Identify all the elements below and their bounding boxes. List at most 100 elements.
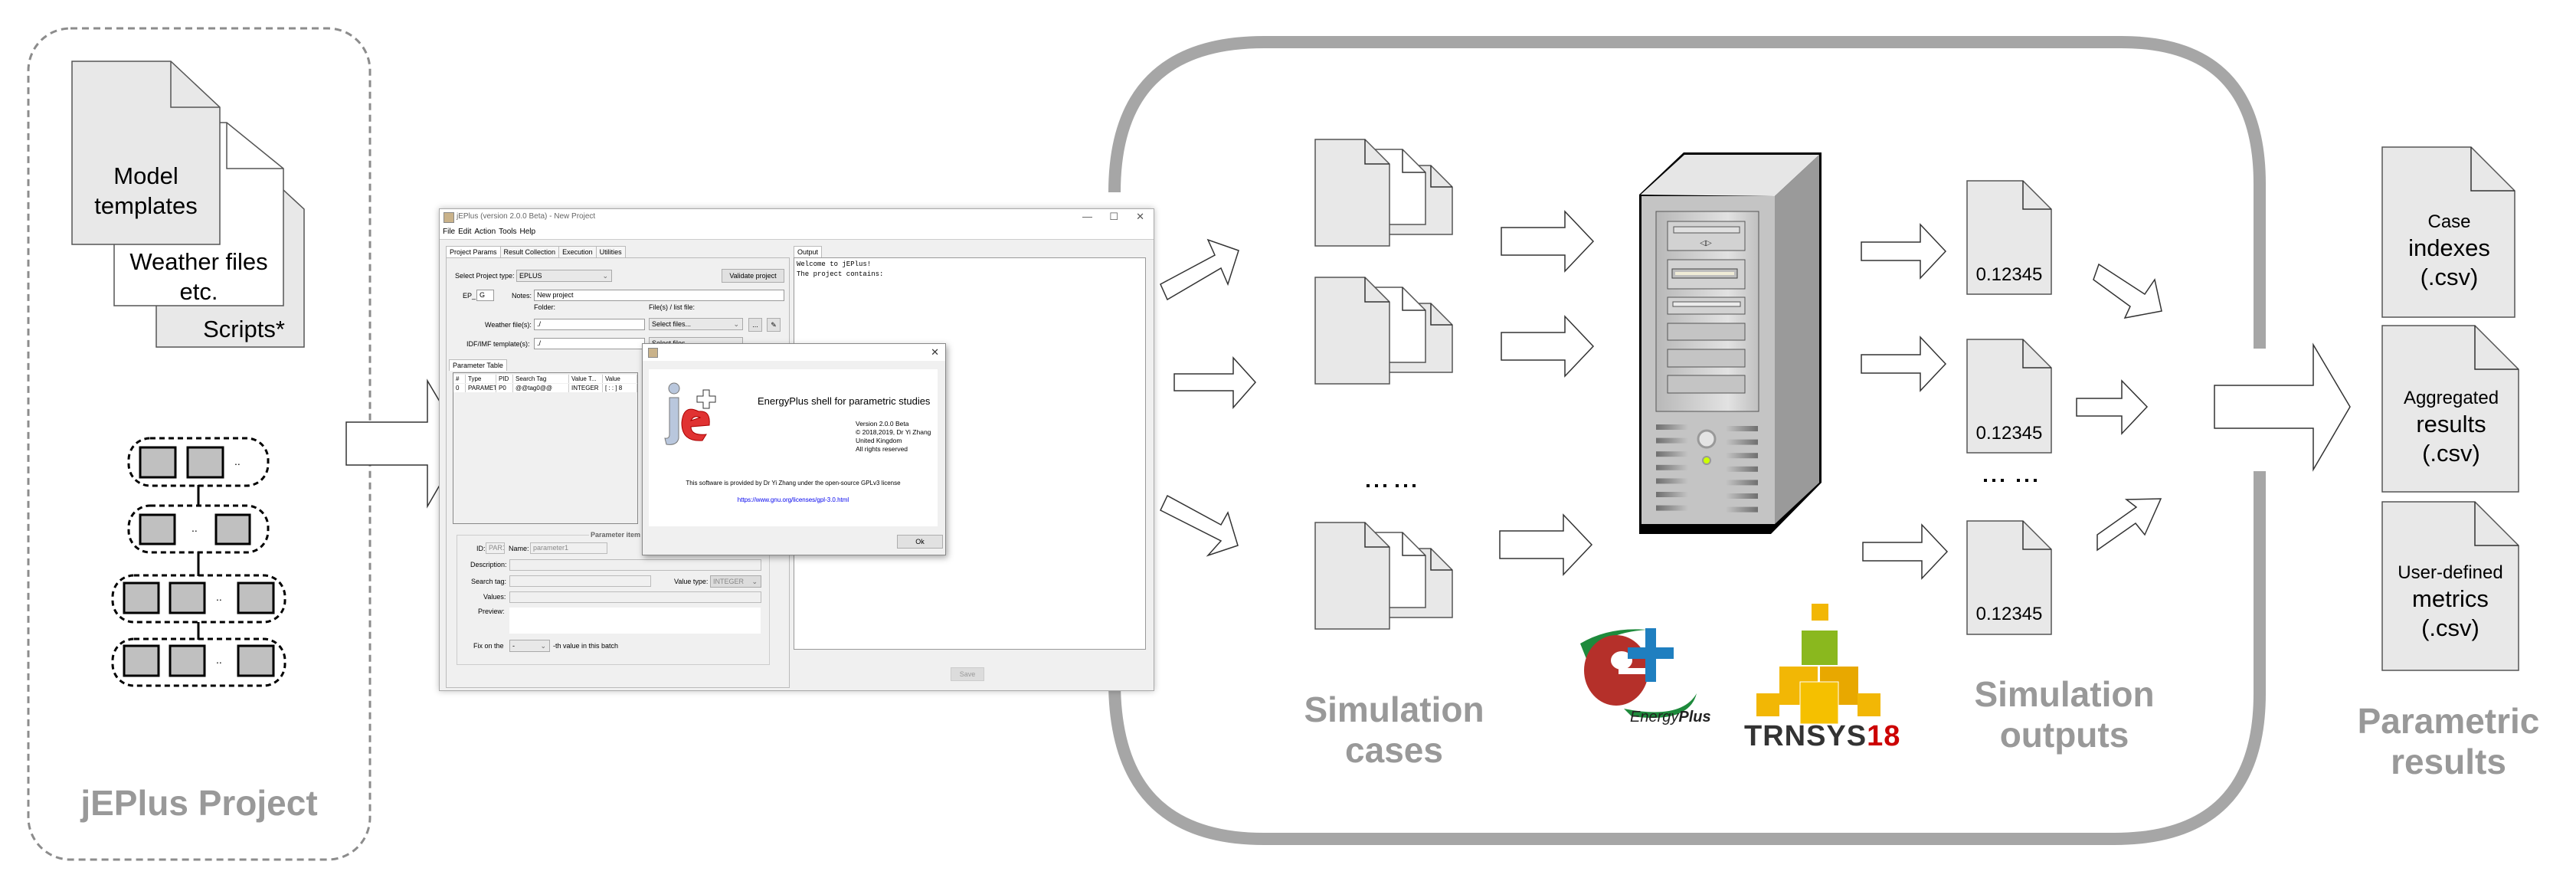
energyplus-logo — [1580, 628, 1697, 718]
menu-help[interactable]: Help — [520, 228, 536, 236]
server-vent — [1656, 492, 1688, 497]
trnsys-text: TRNSYS — [1744, 720, 1867, 752]
server-vent — [1726, 466, 1758, 472]
doc-model-templates-label: Model templates — [72, 161, 220, 221]
server-vent — [1656, 478, 1688, 484]
fix-on-select[interactable]: - ⌄ — [509, 640, 550, 652]
save-button[interactable]: Save — [951, 667, 984, 681]
server-vent — [1726, 493, 1758, 499]
copyright-line: © 2018,2019, Dr Yi Zhang — [856, 428, 931, 436]
menu-tools[interactable]: Tools — [499, 228, 516, 236]
java-app-icon — [648, 348, 658, 358]
description-input[interactable] — [509, 559, 761, 571]
param-id-input[interactable]: PAR1 — [486, 542, 505, 554]
trnsys-wordmark: TRNSYS18 — [1744, 720, 1900, 753]
value-type-value: INTEGER — [713, 578, 745, 585]
col-pid[interactable]: PID — [496, 375, 513, 383]
arrow-to-case-2 — [1173, 356, 1257, 409]
cell-search-tag: @@tag0@@ — [513, 384, 569, 392]
menu-bar: File Edit Action Tools Help — [440, 226, 1154, 240]
edit-icon: ✎ — [771, 321, 777, 329]
col-value-type[interactable]: Value T... — [569, 375, 603, 383]
country-line: United Kingdom — [856, 437, 902, 444]
idf-label: IDF/IMF template(s): — [466, 340, 530, 348]
jeplus-project-label: jEPlus Project — [80, 783, 318, 823]
minimize-button[interactable]: — — [1082, 211, 1092, 222]
prefix-input[interactable]: G — [476, 290, 494, 301]
dialog-close-button[interactable]: ✕ — [931, 346, 939, 359]
value-type-label: Value type: — [674, 578, 709, 585]
result-doc-small: Case — [2427, 211, 2471, 232]
chevron-down-icon: ⌄ — [733, 320, 739, 328]
output-value: 0.12345 — [1975, 264, 2043, 285]
server-vent — [1726, 426, 1758, 431]
version-line: Version 2.0.0 Beta — [856, 420, 909, 427]
col-index[interactable]: # — [453, 375, 466, 383]
search-tag-input[interactable] — [509, 575, 651, 587]
label-line: outputs — [1999, 714, 2129, 755]
validate-project-button[interactable]: Validate project — [722, 269, 784, 283]
tab-parameter-table[interactable]: Parameter Table — [449, 359, 507, 371]
col-search-tag[interactable]: Search Tag — [513, 375, 569, 383]
result-doc-ext: (.csv) — [2422, 440, 2480, 467]
prefix-label: EP_ — [463, 292, 476, 300]
menu-file[interactable]: File — [443, 228, 455, 236]
project-type-select[interactable]: EPLUS ⌄ — [516, 270, 612, 282]
svg-text:◁▷: ◁▷ — [1700, 239, 1712, 247]
dialog-titlebar: ✕ — [643, 344, 945, 361]
tree-ellipsis: .. — [191, 522, 198, 534]
server-vent — [1726, 480, 1758, 486]
result-doc-large: results — [2416, 411, 2486, 437]
param-name-input[interactable]: parameter1 — [530, 542, 607, 554]
weather-folder-input[interactable]: ./ — [534, 319, 645, 330]
server-icon: ◁▷ — [1639, 152, 1822, 534]
files-header: File(s) / list file: — [649, 303, 696, 311]
weather-files-select[interactable]: Select files... ⌄ — [649, 318, 743, 330]
server-vent — [1656, 437, 1688, 444]
result-doc-small: User-defined — [2398, 562, 2503, 583]
tab-result-collection[interactable]: Result Collection — [499, 246, 560, 257]
value-type-select[interactable]: INTEGER ⌄ — [710, 575, 761, 588]
parameter-tree — [111, 437, 286, 687]
result-doc-user-metrics-label: User-defined metrics (.csv) — [2382, 562, 2519, 643]
label-line: cases — [1345, 729, 1443, 770]
doc-label-line: Model — [113, 162, 178, 189]
doc-label-line: etc. — [179, 278, 218, 305]
weather-browse-button[interactable]: ... — [748, 318, 762, 332]
doc-label-line: Scripts* — [203, 316, 285, 342]
tree-ellipsis: .. — [216, 591, 222, 603]
maximize-button[interactable]: ☐ — [1109, 211, 1118, 223]
tab-output[interactable]: Output — [794, 246, 823, 257]
wordmark-light: Energy — [1630, 709, 1679, 726]
arrows-cases-to-server — [1499, 210, 1595, 576]
weather-edit-button[interactable]: ✎ — [767, 318, 781, 332]
tab-execution[interactable]: Execution — [558, 246, 597, 257]
ok-button[interactable]: Ok — [897, 535, 943, 549]
license-link[interactable]: https://www.gnu.org/licenses/gpl-3.0.htm… — [649, 496, 938, 503]
tab-project-params[interactable]: Project Params — [446, 246, 501, 257]
about-dialog: ✕ EnergyPlus shell for parametric studie… — [642, 343, 946, 555]
java-app-icon — [444, 212, 454, 223]
table-row[interactable]: 0 PARAMET... P0 @@tag0@@ INTEGER [ : : ]… — [453, 384, 637, 392]
trnsys-logo — [1756, 604, 1880, 725]
rights-line: All rights reserved — [856, 445, 908, 453]
tab-utilities[interactable]: Utilities — [595, 246, 626, 257]
parametric-results-label: Parametric results — [2321, 701, 2576, 782]
cases-ellipsis-dots — [1367, 484, 1416, 487]
idf-folder-input[interactable]: ./ — [534, 338, 645, 349]
trnsys-version: 18 — [1867, 720, 1901, 752]
close-button[interactable]: ✕ — [1136, 211, 1144, 223]
server-vent — [1656, 505, 1688, 511]
notes-input[interactable]: New project — [534, 290, 784, 301]
values-input[interactable] — [509, 591, 761, 603]
fix-on-label: Fix on the — [473, 642, 504, 650]
col-type[interactable]: Type — [466, 375, 496, 383]
output-line: Welcome to jEPlus! — [797, 260, 872, 268]
weather-files-value: Select files... — [652, 320, 692, 328]
menu-edit[interactable]: Edit — [458, 228, 471, 236]
menu-action[interactable]: Action — [474, 228, 496, 236]
tree-ellipsis: .. — [216, 654, 222, 666]
col-value[interactable]: Value — [603, 375, 637, 383]
parameter-table: # Type PID Search Tag Value T... Value 0… — [453, 372, 638, 524]
output-value: 0.12345 — [1975, 604, 2043, 624]
